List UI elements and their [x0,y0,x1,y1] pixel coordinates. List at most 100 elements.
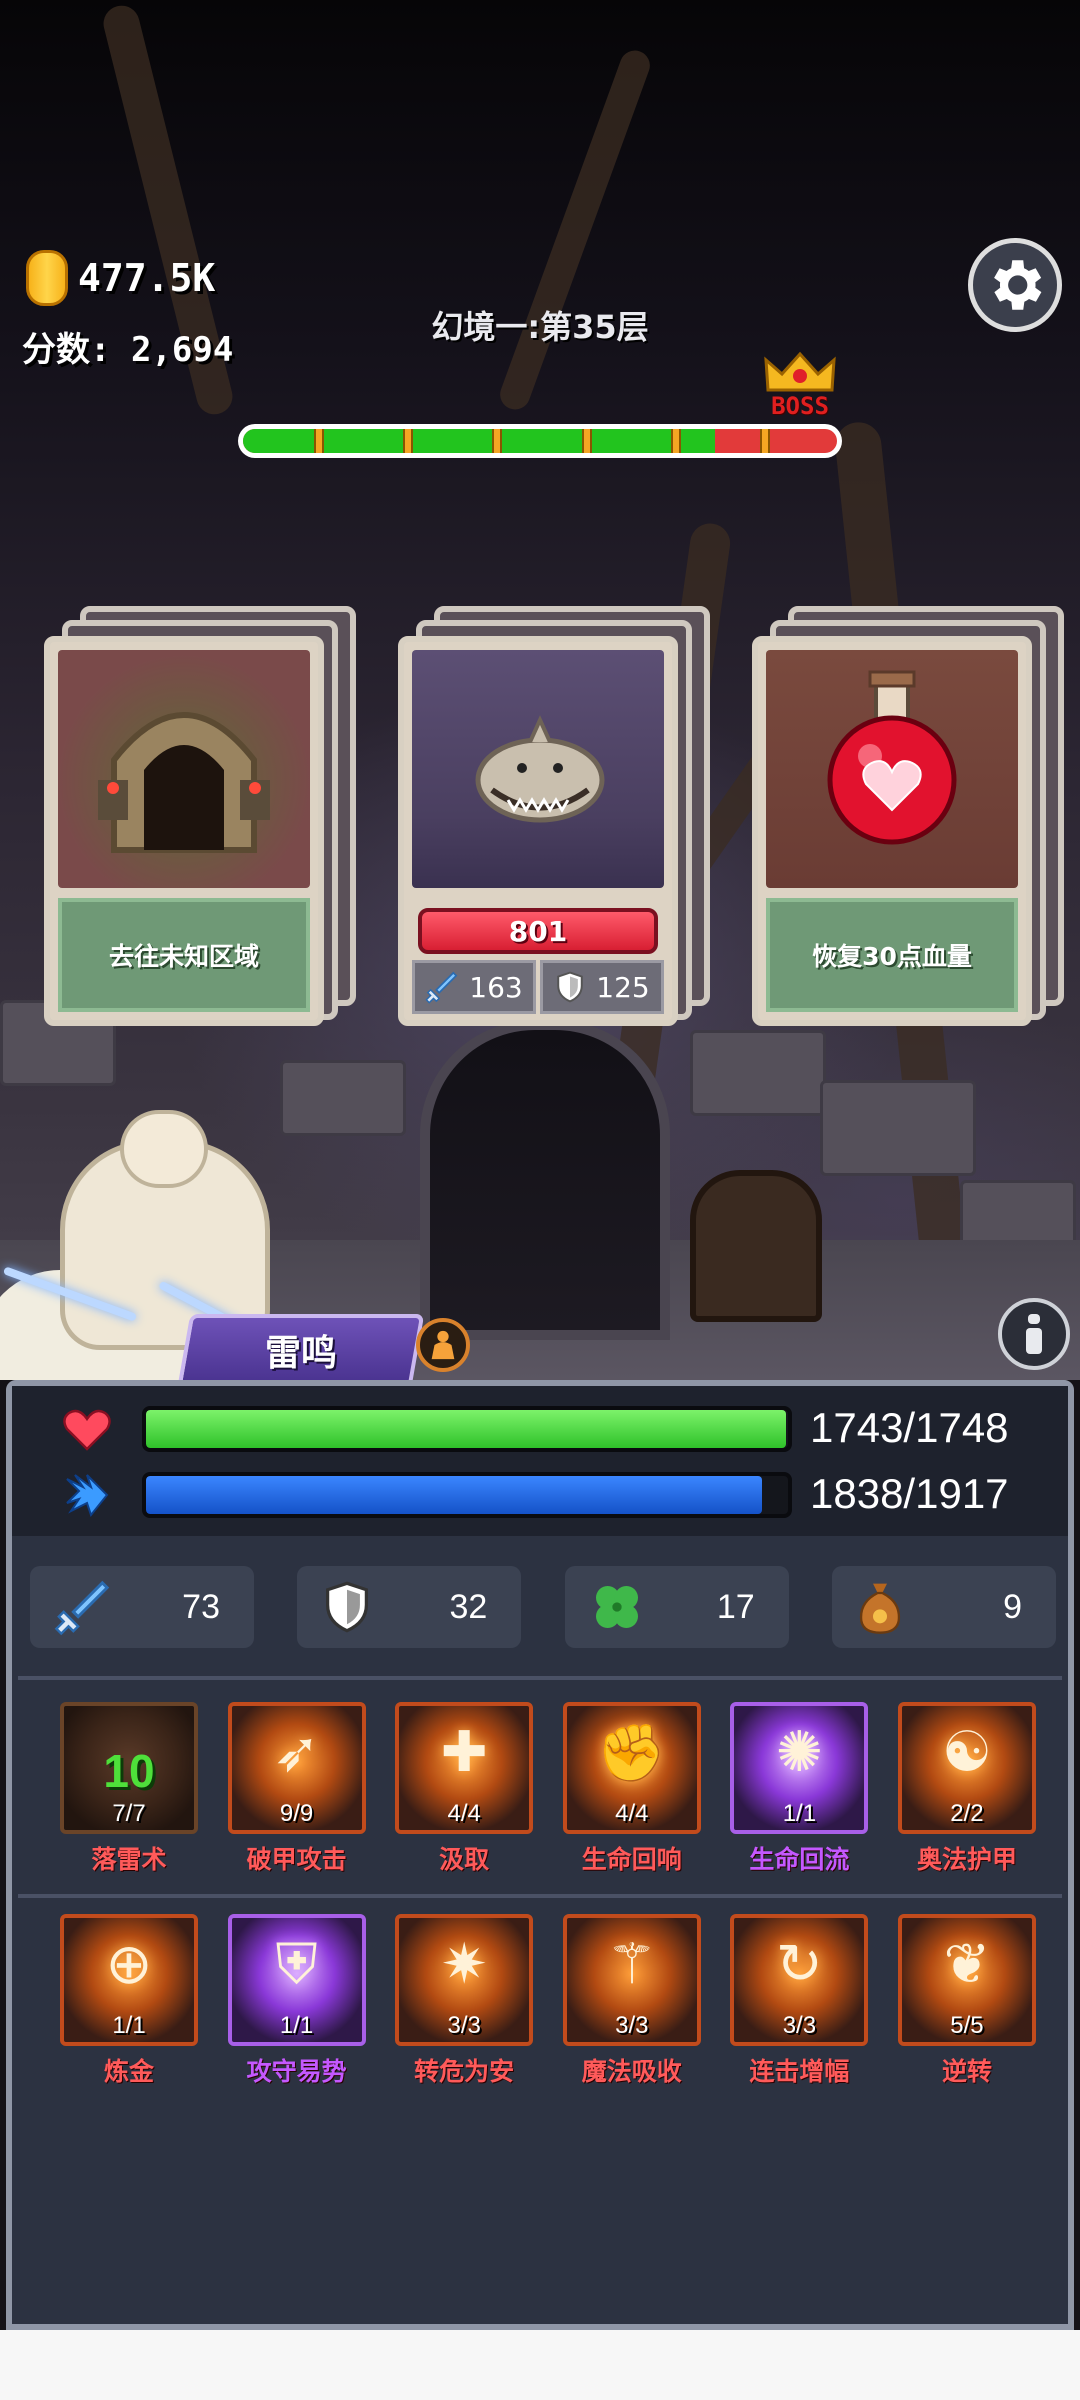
shield-icon [557,971,584,1003]
skill-life-reflux[interactable]: ✺ 1/1 生命回流 [728,1702,870,1876]
spin-icon: ↻ [775,1932,823,1997]
skill-combo-boost[interactable]: ↻ 3/3 连击增幅 [728,1914,870,2088]
skill-armor-break[interactable]: ➶ 9/9 破甲攻击 [226,1702,368,1876]
shark-monster-icon [412,650,664,888]
skill-level: 1/1 [782,1800,817,1827]
boss-marker: BOSS [762,350,838,420]
card-label: 恢复30点血量 [766,898,1018,1012]
skill-safe-turn[interactable]: ✷ 3/3 转危为安 [393,1914,535,2088]
gold-coin-icon [26,250,68,306]
enemy-hp-bar: 801 [418,908,658,954]
warrior-class-icon [431,1330,455,1360]
treasure-chest-icon [690,1170,822,1322]
coin-amount: 477.5K [78,256,216,300]
skill-name: 魔法吸收 [581,2057,682,2086]
skill-name: 破甲攻击 [246,1845,347,1874]
hero-name: 雷鸣 [264,1333,337,1374]
skills-row-1: 10 7/7 落雷术 ➶ 9/9 破甲攻击 ✚ 4/4 汲取 ✊ 4/4 生命回… [58,1702,1038,1876]
hp-bar-fill [146,1410,787,1448]
skills-row-2: ⊕ 1/1 炼金 ⛨ 1/1 攻守易势 ✷ 3/3 转危为安 ⚚ 3/3 魔法吸… [58,1914,1038,2088]
burst-icon: ✷ [440,1932,488,1997]
skill-level: 3/3 [782,2012,817,2039]
skill-reversal[interactable]: ❦ 5/5 逆转 [896,1914,1038,2088]
skill-name: 攻守易势 [246,2057,347,2086]
hero-status-panel: 1743/1748 1838/1917 73 32 17 9 10 7/7 落雷… [6,1380,1074,2330]
stat-attack: 73 [30,1566,254,1648]
skill-name: 转危为安 [414,2057,515,2086]
orb-icon: ✺ [775,1720,823,1785]
skill-name: 奥法护甲 [916,1845,1017,1874]
clover-icon [595,1586,638,1628]
skill-offense-defense-swap[interactable]: ⛨ 1/1 攻守易势 [226,1914,368,2088]
heart-icon [63,1409,111,1451]
skill-level: 4/4 [447,1800,481,1827]
arrow-icon: ➶ [273,1720,321,1785]
info-icon [1026,1314,1042,1354]
hp-bar [142,1406,792,1452]
mp-text: 1838/1917 [810,1470,1009,1517]
skill-name: 落雷术 [91,1845,167,1874]
info-button[interactable] [998,1298,1070,1370]
settings-button[interactable] [968,238,1062,332]
skill-alchemy[interactable]: ⊕ 1/1 炼金 [58,1914,200,2088]
skill-level: 9/9 [279,1800,314,1827]
boss-label: BOSS [771,392,829,420]
vitals-section: 1743/1748 1838/1917 [12,1386,1068,1536]
muscle-icon: ✊ [596,1721,667,1786]
skill-level: 4/4 [615,1800,649,1827]
card-unknown-area[interactable]: 去往未知区域 [44,606,356,1026]
class-badge[interactable] [416,1318,470,1372]
skill-stack-count: 10 [103,1745,155,1797]
skill-name: 连击增幅 [749,2057,850,2086]
skill-name: 生命回流 [749,1845,850,1874]
enemy-attack-value: 163 [469,970,523,1004]
skill-magic-absorb[interactable]: ⚚ 3/3 魔法吸收 [561,1914,703,2088]
target-icon: ⊕ [105,1932,153,1997]
skill-level: 3/3 [447,2012,481,2039]
stat-luck: 17 [564,1566,789,1648]
skill-thunder[interactable]: 10 7/7 落雷术 [58,1702,200,1876]
money-bag-icon [859,1583,901,1634]
enemy-defense: 125 [540,960,664,1014]
crown-icon [764,351,836,392]
skill-name: 生命回响 [581,1845,682,1874]
stat-defense: 32 [297,1566,522,1648]
wings-icon: ❦ [943,1932,991,1997]
shield-sigil-icon: ⛨ [275,1932,318,1997]
stat-attack-value: 73 [182,1587,220,1626]
coin-counter: 477.5K [26,250,215,306]
stats-row: 73 32 17 9 [30,1566,1056,1648]
system-nav-area [0,2330,1080,2400]
skill-level: 3/3 [615,2012,649,2039]
gear-icon [994,260,1042,310]
skill-name: 汲取 [439,1845,490,1874]
dungeon-door-icon [58,650,310,888]
skill-level: 5/5 [950,2012,984,2039]
skill-level: 1/1 [279,2012,314,2039]
sword-icon [425,971,458,1004]
sword-icon [54,1580,110,1636]
floor-progress-bar [238,424,842,458]
hp-text: 1743/1748 [810,1404,1009,1451]
stat-defense-value: 32 [449,1587,488,1626]
heart-potion-icon [766,650,1018,888]
mp-bar-fill [146,1476,762,1514]
skill-level: 1/1 [112,2012,146,2039]
skill-life-echo[interactable]: ✊ 4/4 生命回响 [561,1702,703,1876]
meditation-icon: ☯ [941,1720,993,1785]
enemy-defense-value: 125 [596,970,650,1004]
stat-loot-value: 9 [1003,1587,1022,1626]
card-enemy[interactable]: 801 163 125 [398,606,710,1026]
skill-drain[interactable]: ✚ 4/4 汲取 [393,1702,535,1876]
skill-name: 炼金 [103,2057,154,2086]
skill-level: 7/7 [112,1800,146,1827]
skill-arcane-armor[interactable]: ☯ 2/2 奥法护甲 [896,1702,1038,1876]
skill-name: 逆转 [941,2057,992,2086]
cross-icon: ✚ [440,1720,488,1785]
enemy-attack: 163 [412,960,536,1014]
mp-row: 1838/1917 [60,1470,1060,1520]
hp-row: 1743/1748 [60,1404,1060,1454]
card-heal-potion[interactable]: 恢复30点血量 [752,606,1064,1026]
stat-loot: 9 [831,1566,1056,1648]
stat-luck-value: 17 [716,1587,755,1626]
